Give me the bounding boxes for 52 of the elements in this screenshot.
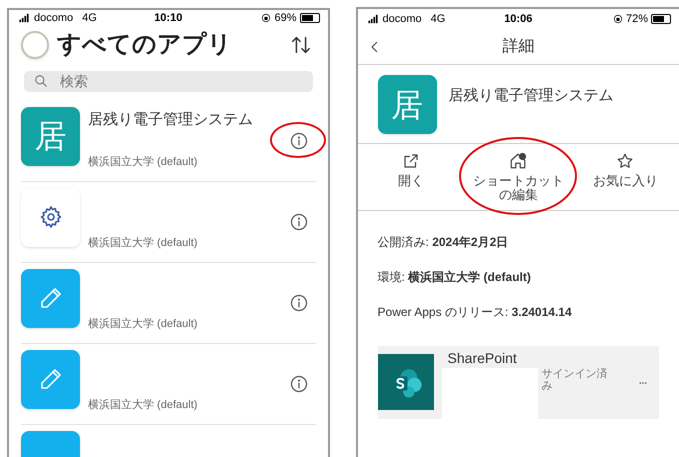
search-field[interactable]: 検索: [24, 70, 313, 92]
app-icon: 居: [21, 106, 80, 166]
app-name: 居残り電子管理システム: [88, 110, 254, 130]
signal-icon: [17, 13, 31, 24]
open-external-icon: [402, 152, 420, 170]
info-icon: [290, 132, 308, 150]
info-button[interactable]: [290, 374, 308, 392]
info-button[interactable]: [290, 132, 308, 150]
info-icon: [290, 374, 308, 392]
battery-percent: 72%: [626, 12, 648, 27]
connection-name: SharePoint: [446, 349, 518, 368]
detail-line: Power Apps のリリース: 3.24014.14: [378, 304, 573, 321]
app-icon: 居: [378, 75, 437, 134]
pencil-icon: [38, 367, 62, 391]
info-button[interactable]: [290, 294, 308, 312]
carrier-name: docomo: [34, 11, 74, 26]
house-plus-icon: [509, 152, 528, 170]
pencil-icon: [38, 286, 62, 310]
network-type: 4G: [82, 11, 97, 26]
page-title: すべてのアプリ: [57, 30, 233, 60]
action-button[interactable]: お気に入り: [592, 152, 658, 210]
action-button[interactable]: ショートカット の編集: [472, 152, 564, 210]
app-environment: 横浜国立大学 (default): [88, 236, 198, 251]
search-icon: [34, 74, 48, 88]
battery-icon: [650, 14, 671, 24]
app-list-item[interactable]: 横浜国立大学 (default): [21, 182, 316, 262]
app-list-item[interactable]: 居 居残り電子管理システム 横浜国立大学 (default): [21, 100, 316, 182]
battery-percent: 69%: [274, 11, 297, 26]
app-list-item[interactable]: 横浜国立大学 (default): [21, 344, 316, 424]
app-environment: 横浜国立大学 (default): [88, 316, 198, 332]
rotation-lock-icon: [612, 14, 623, 24]
info-button[interactable]: [290, 212, 308, 230]
connection-status: サインイン済み: [540, 366, 609, 394]
detail-line: 環境: 横浜国立大学 (default): [378, 269, 532, 286]
battery-icon: [300, 13, 320, 24]
gear-icon: [38, 205, 62, 229]
info-icon: [290, 294, 308, 312]
page-title: 詳細: [502, 36, 534, 56]
info-icon: [290, 212, 308, 230]
action-button[interactable]: 開く: [398, 152, 424, 210]
app-environment: 横浜国立大学 (default): [88, 398, 198, 413]
star-icon: [616, 152, 634, 170]
status-time: 10:10: [154, 11, 182, 26]
detail-line: 公開済み: 2024年2月2日: [378, 234, 510, 251]
carrier-name: docomo: [382, 12, 422, 27]
app-environment: 横浜国立大学 (default): [88, 154, 198, 170]
signal-icon: [366, 14, 380, 24]
status-time: 10:06: [504, 12, 532, 27]
app-name: 居残り電子管理システム: [448, 86, 614, 106]
network-type: 4G: [430, 12, 446, 27]
rotation-lock-icon: [261, 13, 272, 24]
app-list-item[interactable]: 横浜国立大学 (default): [21, 262, 316, 344]
